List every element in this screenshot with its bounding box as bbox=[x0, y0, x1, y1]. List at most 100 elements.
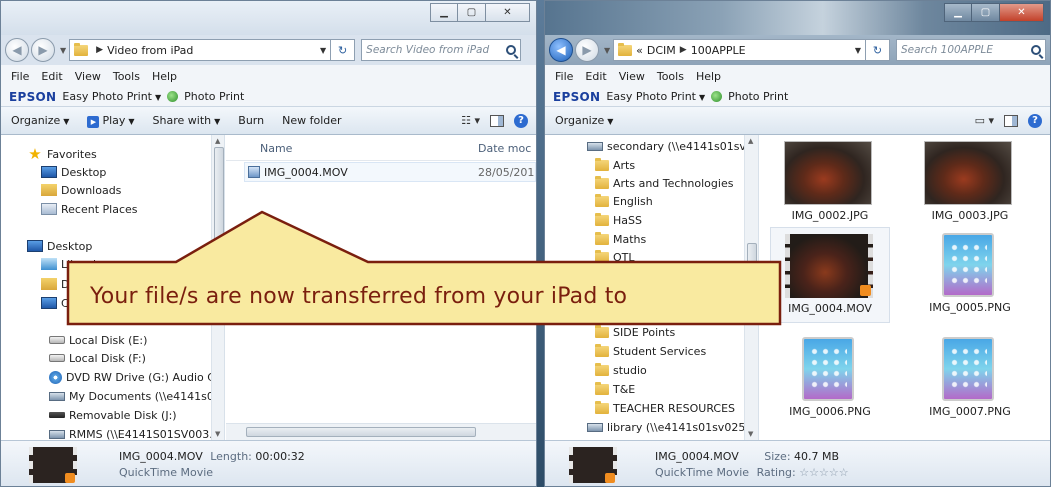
back-button[interactable]: ◀ bbox=[5, 38, 29, 62]
scrollbar-thumb[interactable] bbox=[747, 243, 757, 273]
back-button[interactable]: ◀ bbox=[549, 38, 573, 62]
folder-icon bbox=[595, 157, 609, 171]
menu-file[interactable]: File bbox=[11, 70, 29, 83]
folder-icon bbox=[618, 42, 633, 56]
thumbnail-tile[interactable]: IMG_0007.PNG bbox=[910, 331, 1030, 427]
nav-user-folder[interactable]: D bbox=[41, 275, 69, 293]
nav-favorites[interactable]: ★ Favorites bbox=[27, 145, 96, 163]
folder-icon bbox=[595, 400, 609, 414]
share-with-button[interactable]: Share with ▼ bbox=[153, 114, 221, 127]
nav-my-documents[interactable]: My Documents (\\e4141s01sv bbox=[49, 387, 224, 405]
scrollbar-thumb[interactable] bbox=[246, 427, 476, 437]
nav-folder-arts-technologies[interactable]: Arts and Technologies bbox=[595, 174, 733, 192]
help-icon[interactable]: ? bbox=[514, 113, 528, 128]
preview-pane-icon[interactable] bbox=[1004, 114, 1018, 127]
search-input[interactable]: Search Video from iPad bbox=[361, 39, 522, 61]
nav-desktop-root[interactable]: Desktop bbox=[27, 237, 92, 255]
photo-print-button[interactable]: Photo Print bbox=[728, 90, 788, 103]
easy-photo-print-button[interactable]: Easy Photo Print ▼ bbox=[62, 90, 161, 103]
chevron-down-icon[interactable]: ▼ bbox=[855, 46, 861, 55]
nav-downloads[interactable]: Downloads bbox=[41, 181, 121, 199]
address-dcim[interactable]: DCIM bbox=[647, 44, 676, 57]
nav-scrollbar[interactable]: ▲ ▼ bbox=[744, 135, 758, 440]
nav-folder-student-services[interactable]: Student Services bbox=[595, 342, 706, 360]
thumbnail-tile-selected[interactable]: IMG_0004.MOV bbox=[770, 227, 890, 323]
forward-button[interactable]: ▶ bbox=[575, 38, 599, 62]
organize-button[interactable]: Organize ▼ bbox=[555, 114, 613, 127]
address-bar[interactable]: ▶ Video from iPad ▼ bbox=[69, 39, 332, 61]
nav-recent-places[interactable]: Recent Places bbox=[41, 200, 138, 218]
nav-folder-english[interactable]: English bbox=[595, 192, 653, 210]
view-options-icon[interactable]: ▭ ▾ bbox=[975, 114, 994, 127]
menu-view[interactable]: View bbox=[619, 70, 645, 83]
close-button[interactable]: ✕ bbox=[486, 3, 530, 22]
nav-computer[interactable]: C bbox=[41, 294, 69, 312]
refresh-button[interactable]: ↻ bbox=[331, 39, 356, 61]
view-options-icon[interactable]: ☷ ▾ bbox=[461, 114, 480, 127]
nav-folder-otl[interactable]: OTL bbox=[595, 248, 635, 266]
nav-folder-hass[interactable]: HaSS bbox=[595, 211, 642, 229]
menu-edit[interactable]: Edit bbox=[41, 70, 62, 83]
thumbnail-tile[interactable]: IMG_0002.JPG bbox=[770, 135, 890, 231]
recent-pages-dropdown[interactable]: ▼ bbox=[604, 46, 610, 55]
organize-button[interactable]: Organize ▼ bbox=[11, 114, 69, 127]
burn-button[interactable]: Burn bbox=[238, 114, 264, 127]
menu-help[interactable]: Help bbox=[152, 70, 177, 83]
nav-local-disk-e[interactable]: Local Disk (E:) bbox=[49, 331, 147, 349]
preview-pane-icon[interactable] bbox=[490, 114, 504, 127]
horizontal-scrollbar[interactable] bbox=[226, 423, 536, 440]
maximize-button[interactable]: ▢ bbox=[458, 3, 486, 22]
nav-folder-arts[interactable]: Arts bbox=[595, 156, 635, 174]
close-button[interactable]: ✕ bbox=[1000, 3, 1044, 22]
address-folder[interactable]: 100APPLE bbox=[691, 44, 746, 57]
menu-tools[interactable]: Tools bbox=[113, 70, 140, 83]
play-button[interactable]: ▶ Play ▼ bbox=[87, 114, 135, 128]
nav-libraries[interactable]: Libraries bbox=[41, 255, 109, 273]
recent-pages-dropdown[interactable]: ▼ bbox=[60, 46, 66, 55]
refresh-button[interactable]: ↻ bbox=[866, 39, 890, 61]
file-row[interactable]: IMG_0004.MOV 28/05/201 bbox=[244, 162, 536, 182]
nav-folder-teacher-resources[interactable]: TEACHER RESOURCES bbox=[595, 399, 735, 417]
menu-edit[interactable]: Edit bbox=[585, 70, 606, 83]
details-pane: IMG_0004.MOV Size: 40.7 MB QuickTime Mov… bbox=[545, 440, 1050, 486]
help-icon[interactable]: ? bbox=[1028, 113, 1042, 128]
nav-desktop[interactable]: Desktop bbox=[41, 163, 106, 181]
thumbnail-tile[interactable]: IMG_0003.JPG bbox=[910, 135, 1030, 231]
desktop-background bbox=[536, 0, 544, 487]
column-name[interactable]: Name bbox=[260, 142, 292, 155]
menu-file[interactable]: File bbox=[555, 70, 573, 83]
minimize-button[interactable]: ▁ bbox=[430, 3, 458, 22]
chevron-down-icon[interactable]: ▼ bbox=[320, 46, 326, 55]
address-overflow[interactable]: « bbox=[636, 44, 643, 57]
nav-folder-side-points[interactable]: SIDE Points bbox=[595, 323, 675, 341]
nav-rmms[interactable]: RMMS (\\E4141S01SV003.blue bbox=[49, 425, 224, 440]
desktop-icon bbox=[27, 240, 43, 252]
menu-view[interactable]: View bbox=[75, 70, 101, 83]
video-file-icon bbox=[248, 166, 260, 178]
menu-tools[interactable]: Tools bbox=[657, 70, 684, 83]
address-bar[interactable]: « DCIM ▶ 100APPLE ▼ bbox=[613, 39, 866, 61]
nav-folder-maths[interactable]: Maths bbox=[595, 230, 646, 248]
easy-photo-print-button[interactable]: Easy Photo Print ▼ bbox=[606, 90, 705, 103]
minimize-button[interactable]: ▁ bbox=[944, 3, 972, 22]
nav-removable-disk[interactable]: Removable Disk (J:) bbox=[49, 406, 177, 424]
maximize-button[interactable]: ▢ bbox=[972, 3, 1000, 22]
thumbnail-tile[interactable]: IMG_0005.PNG bbox=[910, 227, 1030, 323]
nav-secondary-drive[interactable]: secondary (\\e4141s01sv028.b bbox=[587, 137, 758, 155]
search-input[interactable]: Search 100APPLE bbox=[896, 39, 1046, 61]
ipad-screenshot-thumbnail bbox=[802, 337, 854, 401]
nav-folder-t-and-e[interactable]: T&E bbox=[595, 380, 635, 398]
new-folder-button[interactable]: New folder bbox=[282, 114, 341, 127]
scrollbar-thumb[interactable] bbox=[214, 147, 224, 275]
menu-help[interactable]: Help bbox=[696, 70, 721, 83]
nav-local-disk-f[interactable]: Local Disk (F:) bbox=[49, 349, 146, 367]
rating-stars[interactable]: ☆☆☆☆☆ bbox=[799, 466, 848, 479]
nav-library-drive[interactable]: library (\\e4141s01sv025.blue. bbox=[587, 418, 758, 436]
epson-toolbar: EPSON Easy Photo Print ▼ Photo Print bbox=[1, 87, 536, 107]
nav-folder-studio[interactable]: studio bbox=[595, 361, 647, 379]
forward-button[interactable]: ▶ bbox=[31, 38, 55, 62]
nav-dvd-drive[interactable]: DVD RW Drive (G:) Audio CD bbox=[49, 368, 223, 386]
column-date-modified[interactable]: Date moc bbox=[478, 142, 531, 155]
thumbnail-tile[interactable]: IMG_0006.PNG bbox=[770, 331, 890, 427]
photo-print-button[interactable]: Photo Print bbox=[184, 90, 244, 103]
